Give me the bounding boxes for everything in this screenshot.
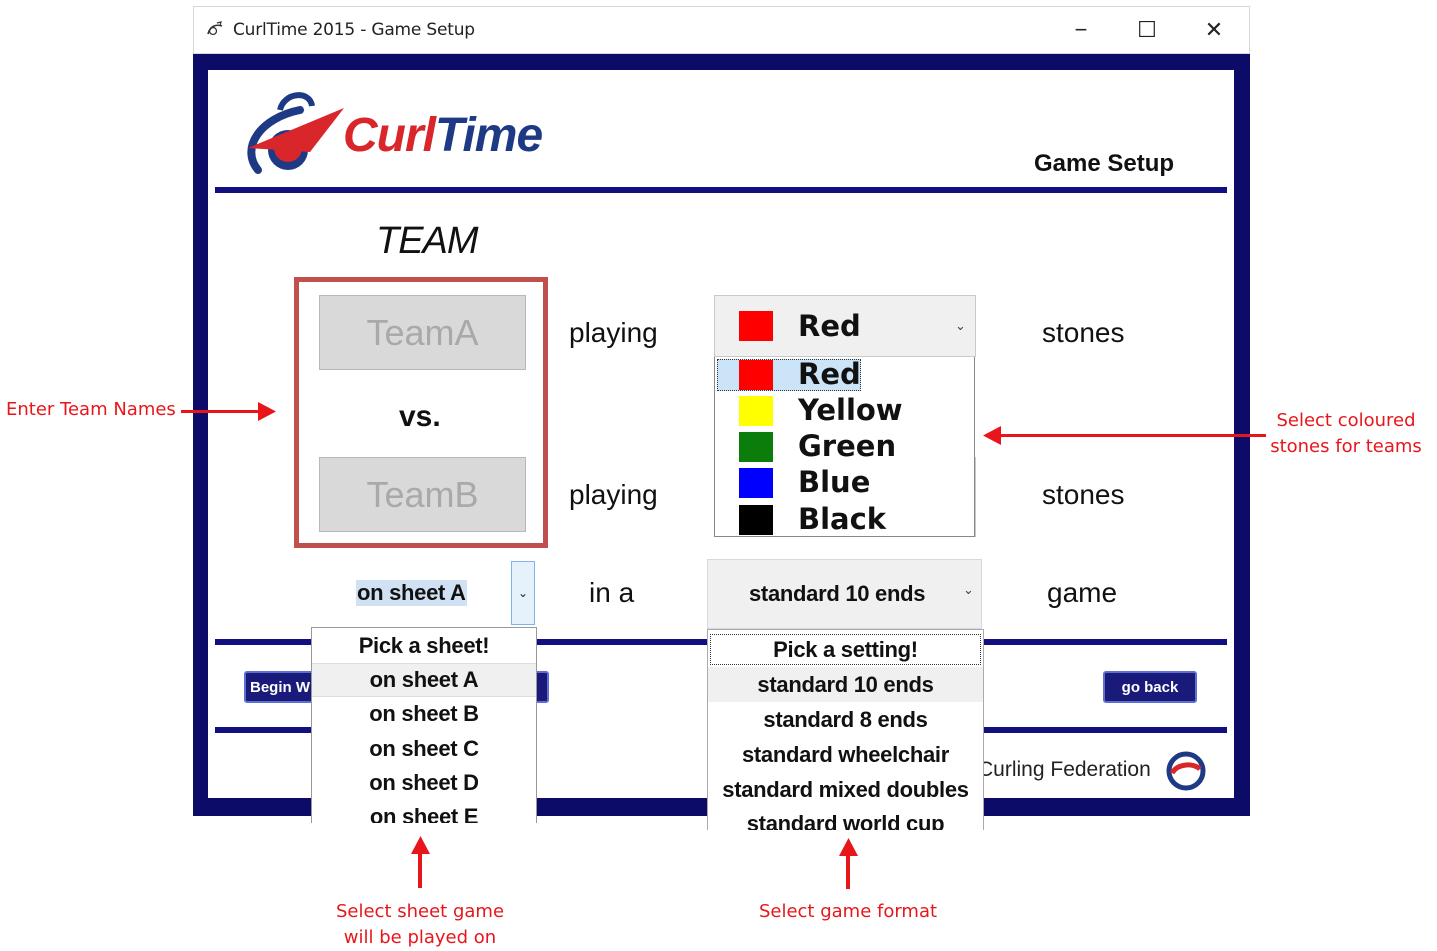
sheet-option[interactable]: Pick a sheet! <box>312 629 536 663</box>
window-title: CurlTime 2015 - Game Setup <box>233 20 475 40</box>
stone-option[interactable]: Green <box>715 429 974 465</box>
team-b-input[interactable]: TeamB <box>319 457 526 532</box>
format-selected-value: standard 10 ends <box>749 581 926 606</box>
stones-label-team-b: stones <box>1042 479 1125 510</box>
annotation-sheet: Select sheet game will be played on <box>330 899 510 951</box>
sheet-option[interactable]: on sheet D <box>312 766 536 800</box>
logo-curl-text: Curl <box>343 109 436 162</box>
annotation-arrow-line <box>181 410 261 413</box>
format-option[interactable]: standard wheelchair <box>708 737 983 772</box>
annotation-stones-line2: stones for teams <box>1270 436 1422 457</box>
stone-option-label: Blue <box>798 465 871 499</box>
sheet-option[interactable]: on sheet E <box>312 800 536 823</box>
stones-label-team-a: stones <box>1042 317 1125 348</box>
curltime-logo-text: CurlTime <box>343 108 543 163</box>
logo-time-text: Time <box>435 109 543 162</box>
team-a-input[interactable]: TeamA <box>319 295 526 370</box>
stone-option-label: Red <box>798 357 861 391</box>
annotation-arrow-line <box>1000 434 1266 437</box>
format-option[interactable]: standard mixed doubles <box>708 772 983 807</box>
stone-option[interactable]: Yellow <box>715 393 974 429</box>
format-option[interactable]: standard 8 ends <box>708 702 983 737</box>
game-format-dropdown-list: Pick a setting! standard 10 ends standar… <box>707 629 984 830</box>
team-heading: TEAM <box>376 220 479 262</box>
maximize-button[interactable]: ☐ <box>1132 16 1162 44</box>
stone-swatch-green <box>739 432 773 462</box>
footer-divider-bottom <box>984 727 1227 733</box>
format-option[interactable]: Pick a setting! <box>708 632 983 667</box>
arrow-right-icon <box>258 402 276 421</box>
vs-label: vs. <box>399 400 441 433</box>
annotation-arrow-line <box>846 854 850 889</box>
stone-option[interactable]: Black <box>715 502 974 536</box>
go-back-button[interactable]: go back <box>1103 671 1197 703</box>
header-divider <box>215 187 1227 193</box>
stone-option[interactable]: Blue <box>715 465 974 501</box>
page-title: Game Setup <box>1034 150 1175 177</box>
begin-button[interactable]: Begin W <box>244 671 314 703</box>
playing-label-team-a: playing <box>569 317 658 348</box>
footer-divider-top <box>537 639 707 645</box>
sheet-option[interactable]: on sheet A <box>312 663 536 697</box>
federation-logo-icon <box>1166 751 1206 791</box>
stone-swatch-black <box>739 505 773 535</box>
format-option[interactable]: standard world cup <box>708 806 983 831</box>
stone-swatch-red <box>739 360 773 390</box>
curltime-app-icon <box>207 21 223 36</box>
footer-divider-top <box>215 639 311 645</box>
annotation-format: Select game format <box>758 901 938 922</box>
playing-label-team-b: playing <box>569 479 658 510</box>
stone-option-label: Black <box>798 502 887 536</box>
selected-stone-swatch <box>739 311 773 341</box>
in-a-label: in a <box>589 577 635 608</box>
format-option[interactable]: standard 10 ends <box>708 667 983 702</box>
stone-color-dropdown-list: Red Yellow Green Blue Black <box>714 357 975 537</box>
stone-option[interactable]: Red <box>715 357 974 393</box>
chevron-down-icon[interactable]: ⌄ <box>955 318 966 334</box>
annotation-arrow-line <box>418 852 422 888</box>
stone-option-label: Green <box>798 429 897 463</box>
close-button[interactable]: ✕ <box>1199 16 1229 44</box>
footer-divider-bottom <box>215 727 311 733</box>
sheet-option[interactable]: on sheet C <box>312 732 536 766</box>
chevron-down-icon[interactable]: ⌄ <box>511 561 535 625</box>
game-label: game <box>1047 577 1118 608</box>
footer-divider-top <box>984 639 1227 645</box>
stone-swatch-yellow <box>739 396 773 426</box>
annotation-stones: Select coloured stones for teams <box>1268 408 1424 460</box>
federation-label: Curling Federation <box>978 758 1151 781</box>
curltime-logo-icon <box>247 92 344 174</box>
stone-swatch-blue <box>739 468 773 498</box>
arrow-left-icon <box>983 426 1001 445</box>
minimize-button[interactable]: − <box>1066 16 1096 44</box>
annotation-team-names: Enter Team Names <box>6 399 176 420</box>
annotation-sheet-line2: will be played on <box>343 927 497 948</box>
sheet-dropdown-list: Pick a sheet! on sheet A on sheet B on s… <box>311 627 537 823</box>
selected-stone-label: Red <box>798 309 861 343</box>
annotation-sheet-line1: Select sheet game <box>335 901 505 922</box>
chevron-down-icon[interactable]: ⌄ <box>963 582 974 598</box>
annotation-stones-line1: Select coloured <box>1276 410 1416 431</box>
stone-option-label: Yellow <box>798 393 903 427</box>
sheet-option[interactable]: on sheet B <box>312 697 536 731</box>
sheet-selected-value: on sheet A <box>356 580 467 606</box>
